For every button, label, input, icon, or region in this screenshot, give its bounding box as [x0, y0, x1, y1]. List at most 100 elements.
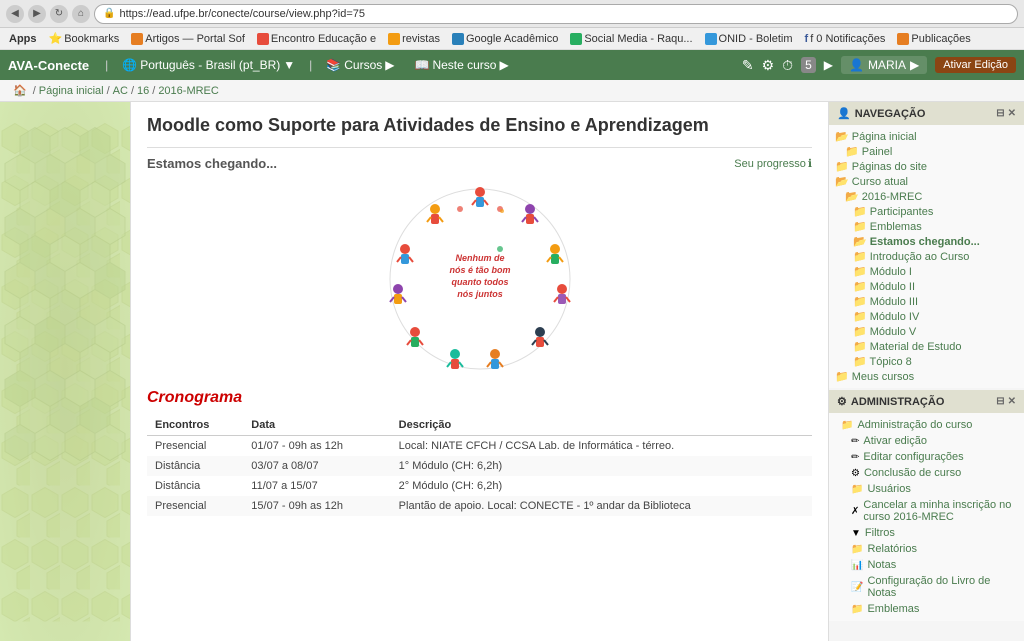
bookmark-onid[interactable]: ONID - Boletim: [700, 32, 798, 46]
activate-edit-button[interactable]: Ativar Edição: [935, 57, 1016, 73]
refresh-button[interactable]: ↻: [50, 5, 68, 23]
breadcrumb-mrec[interactable]: 2016-MREC: [158, 85, 219, 97]
admin-close-icon[interactable]: ✕: [1008, 396, 1016, 407]
url-text: https://ead.ufpe.br/conecte/course/view.…: [119, 8, 365, 20]
honeycomb-panel: [0, 102, 130, 641]
nav-tree-item[interactable]: 📁 Introdução ao Curso: [835, 249, 1018, 264]
nav-close-icon[interactable]: ✕: [1008, 108, 1016, 119]
cell-encontros: Distância: [147, 456, 243, 476]
admin-tree-item[interactable]: 📁Emblemas: [835, 601, 1018, 617]
svg-text:nós é tão bom: nós é tão bom: [449, 265, 510, 275]
facebook-label: f 0 Notificações: [810, 33, 885, 45]
breadcrumb-sep2: /: [107, 85, 110, 97]
courses-menu[interactable]: 📚 Cursos ▶: [320, 56, 400, 74]
admin-tree-item[interactable]: ▼Filtros: [835, 525, 1018, 541]
language-label: Português - Brasil (pt_BR): [140, 58, 280, 72]
nav-tree-item[interactable]: 📁 Participantes: [835, 204, 1018, 219]
google-label: Google Acadêmico: [466, 33, 558, 45]
social-label: Social Media - Raqu...: [584, 33, 692, 45]
bookmark-artigos[interactable]: Artigos — Portal Sof: [126, 32, 250, 46]
admin-tree-item[interactable]: ✏Editar configurações: [835, 449, 1018, 465]
nav-tree-item[interactable]: 📁 Módulo IV: [835, 309, 1018, 324]
facebook-icon: f: [805, 33, 809, 45]
nav-tree-item[interactable]: 📁 Módulo II: [835, 279, 1018, 294]
this-course-menu[interactable]: 📖 Neste curso ▶: [409, 56, 515, 74]
nav-tree-item[interactable]: 📁 Páginas do site: [835, 159, 1018, 174]
address-bar[interactable]: 🔒 https://ead.ufpe.br/conecte/course/vie…: [94, 4, 1018, 24]
main-layout: Moodle como Suporte para Atividades de E…: [0, 102, 1024, 641]
bookmark-apps[interactable]: Apps: [4, 32, 42, 46]
admin-config-icon[interactable]: ⊟: [996, 396, 1004, 407]
nav-config-icon[interactable]: ⊟: [996, 108, 1004, 119]
content-area: Moodle como Suporte para Atividades de E…: [130, 102, 829, 641]
nav-tree-item[interactable]: 📁 Material de Estudo: [835, 339, 1018, 354]
artigos-icon: [131, 33, 143, 45]
revistas-label: revistas: [402, 33, 440, 45]
cell-data: 11/07 a 15/07: [243, 476, 390, 496]
admin-tree-item[interactable]: ✗Cancelar a minha inscrição no curso 201…: [835, 497, 1018, 525]
bookmark-encontro[interactable]: Encontro Educação e: [252, 32, 381, 46]
count-badge: 5: [801, 57, 816, 73]
admin-tree-item[interactable]: ⚙Conclusão de curso: [835, 465, 1018, 481]
circle-illustration: Nenhum de nós é tão bom quanto todos nós…: [380, 179, 580, 379]
breadcrumb: 🏠 / Página inicial / AC / 16 / 2016-MREC: [0, 80, 1024, 102]
breadcrumb-ac[interactable]: AC: [113, 85, 128, 97]
bookmark-social[interactable]: Social Media - Raqu...: [565, 32, 697, 46]
this-course-chevron: ▶: [499, 58, 508, 72]
admin-item-icon: 📁: [851, 484, 863, 495]
progress-link[interactable]: Seu progresso ℹ: [734, 157, 812, 170]
nav-tree-item[interactable]: 📁 Módulo V: [835, 324, 1018, 339]
publicacoes-icon: [897, 33, 909, 45]
nav-block-title: 👤 NAVEGAÇÃO: [837, 107, 925, 120]
courses-chevron: ▶: [385, 58, 394, 72]
bookmark-facebook[interactable]: f f 0 Notificações: [800, 32, 891, 46]
section-title: Estamos chegando...: [147, 156, 277, 171]
breadcrumb-home[interactable]: Página inicial: [39, 85, 104, 97]
admin-tree-item[interactable]: 📝Configuração do Livro de Notas: [835, 573, 1018, 601]
admin-tree-item[interactable]: ✏Ativar edição: [835, 433, 1018, 449]
user-chevron: ▶: [910, 58, 919, 72]
page-title: Moodle como Suporte para Atividades de E…: [147, 114, 812, 137]
breadcrumb-16[interactable]: 16: [137, 85, 149, 97]
nav-tree-item[interactable]: 📁 Tópico 8: [835, 354, 1018, 369]
back-button[interactable]: ◀: [6, 5, 24, 23]
nav-tree-item[interactable]: 📂 2016-MREC: [835, 189, 1018, 204]
breadcrumb-sep4: /: [152, 85, 155, 97]
bookmark-revistas[interactable]: revistas: [383, 32, 445, 46]
bookmark-google[interactable]: Google Acadêmico: [447, 32, 563, 46]
table-row: Presencial01/07 - 09h as 12hLocal: NIATE…: [147, 436, 812, 457]
artigos-label: Artigos — Portal Sof: [145, 33, 245, 45]
bookmark-bookmarks[interactable]: ⭐ Bookmarks: [44, 31, 125, 46]
user-name: MARIA: [868, 58, 906, 72]
navigation-block-content: 📂 Página inicial📁 Painel📁 Páginas do sit…: [829, 125, 1024, 388]
admin-tree-item[interactable]: 📁Relatórios: [835, 541, 1018, 557]
courses-icon: 📚: [326, 58, 341, 72]
admin-tree-item[interactable]: 📊Notas: [835, 557, 1018, 573]
nav-tree-item[interactable]: 📁 Painel: [835, 144, 1018, 159]
language-icon: 🌐: [122, 58, 137, 72]
administration-block: ⚙ ADMINISTRAÇÃO ⊟ ✕ 📁Administração do cu…: [829, 390, 1024, 621]
nav-tree-item[interactable]: 📂 Estamos chegando...: [835, 234, 1018, 249]
schedule-table: Encontros Data Descrição Presencial01/07…: [147, 415, 812, 516]
courses-label: Cursos: [344, 58, 382, 72]
nav-tree-item[interactable]: 📁 Módulo I: [835, 264, 1018, 279]
home-button[interactable]: ⌂: [72, 5, 90, 23]
svg-text:quanto todos: quanto todos: [451, 277, 508, 287]
home-icon: 🏠: [13, 84, 27, 97]
nav-tree-item[interactable]: 📁 Meus cursos: [835, 369, 1018, 384]
user-menu[interactable]: 👤 MARIA ▶: [841, 56, 927, 74]
nav-tree-item[interactable]: 📂 Curso atual: [835, 174, 1018, 189]
admin-tree-item[interactable]: 📁Administração do curso: [835, 417, 1018, 433]
cell-descricao: Local: NIATE CFCH / CCSA Lab. de Informá…: [391, 436, 812, 457]
navigation-block: 👤 NAVEGAÇÃO ⊟ ✕ 📂 Página inicial📁 Painel…: [829, 102, 1024, 388]
brand-label[interactable]: AVA-Conecte: [8, 58, 89, 73]
nav-tree-item[interactable]: 📁 Módulo III: [835, 294, 1018, 309]
nav-block-controls: ⊟ ✕: [996, 108, 1016, 119]
cell-data: 15/07 - 09h as 12h: [243, 496, 390, 516]
bookmark-publicacoes[interactable]: Publicações: [892, 32, 975, 46]
nav-tree-item[interactable]: 📁 Emblemas: [835, 219, 1018, 234]
forward-button[interactable]: ▶: [28, 5, 46, 23]
admin-tree-item[interactable]: 📁Usuários: [835, 481, 1018, 497]
language-selector[interactable]: 🌐 Português - Brasil (pt_BR) ▼: [116, 56, 301, 74]
nav-tree-item[interactable]: 📂 Página inicial: [835, 129, 1018, 144]
